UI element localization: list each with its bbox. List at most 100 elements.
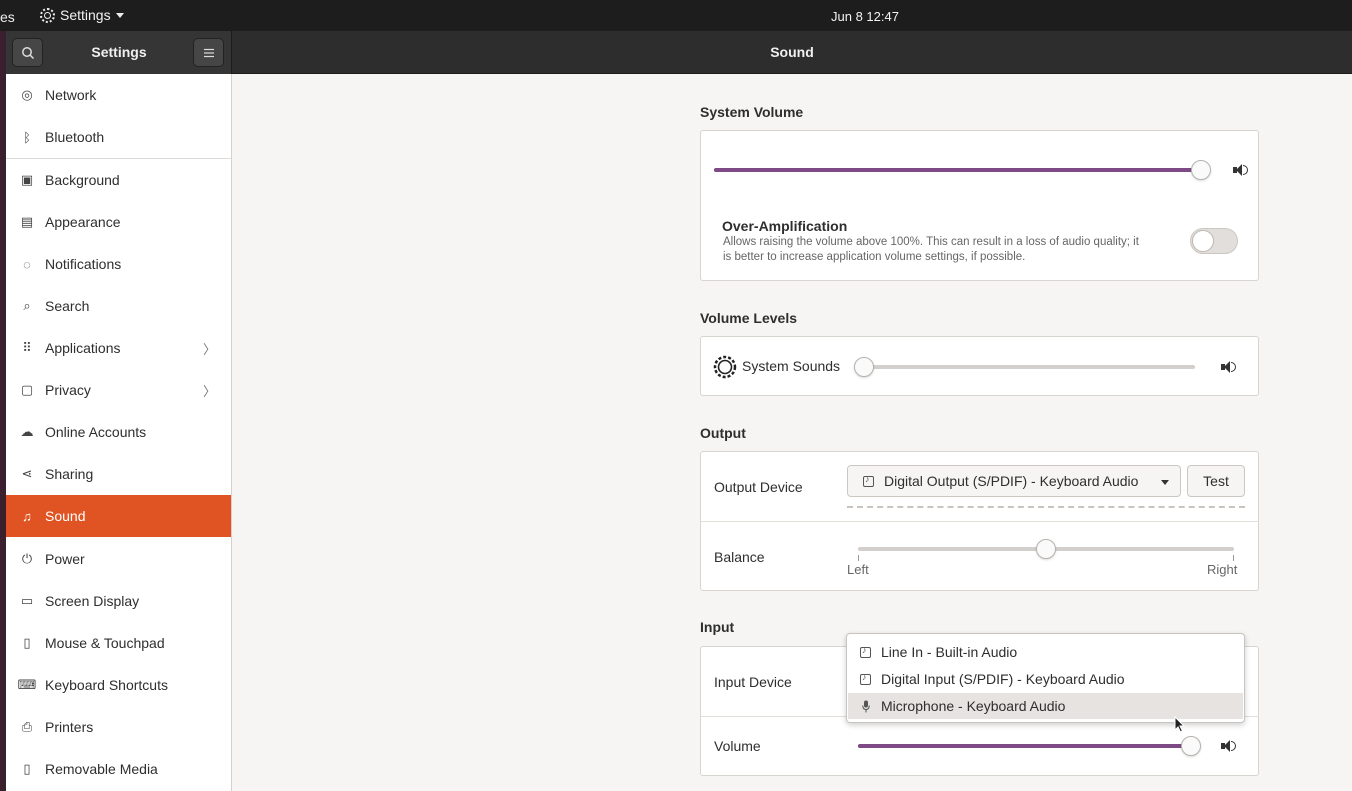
mouse-icon: ▯ (23, 635, 31, 650)
output-frame: Output Device Digital Output (S/PDIF) - … (700, 451, 1259, 591)
sidebar-item-bluetooth[interactable]: ᛒ Bluetooth (6, 116, 231, 158)
sidebar-item-privacy[interactable]: ▢ Privacy 〉 (6, 369, 231, 411)
page-title: Sound (770, 44, 814, 60)
input-option-digital-input[interactable]: Digital Input (S/PDIF) - Keyboard Audio (848, 666, 1243, 692)
output-device-dropdown[interactable]: Digital Output (S/PDIF) - Keyboard Audio (847, 465, 1181, 497)
sidebar-item-notifications[interactable]: ◌ Notifications (6, 243, 231, 285)
share-icon: ⋖ (21, 466, 33, 481)
music-note-icon (860, 672, 871, 685)
sidebar-item-applications[interactable]: ⠿ Applications 〉 (6, 327, 231, 369)
speaker-icon (1233, 164, 1248, 176)
slider-knob[interactable] (1181, 736, 1201, 756)
chevron-down-icon (115, 12, 124, 18)
top-bar: es Settings Jun 8 12:47 (0, 0, 1352, 31)
sidebar-item-background[interactable]: ▣ Background (6, 159, 231, 201)
music-note-icon (860, 645, 871, 658)
sidebar-item-sound[interactable]: ♫ Sound (6, 495, 231, 537)
header-bar: Settings Sound (6, 31, 1352, 74)
row-separator (701, 521, 1258, 522)
chevron-right-icon: 〉 (202, 341, 216, 357)
activities-button[interactable]: es (0, 9, 15, 25)
network-icon: ◎ (21, 87, 33, 102)
sidebar-item-screen-display[interactable]: ▭ Screen Display (6, 580, 231, 622)
background-icon: ▣ (20, 172, 34, 187)
grid-icon: ⠿ (22, 340, 32, 355)
slider-knob[interactable] (854, 357, 874, 377)
sidebar-item-label: Background (45, 172, 120, 188)
option-label: Digital Input (S/PDIF) - Keyboard Audio (881, 671, 1125, 687)
output-device-value: Digital Output (S/PDIF) - Keyboard Audio (884, 473, 1139, 489)
mouse-cursor (1174, 716, 1185, 733)
sidebar-item-power[interactable]: ⏻ Power (6, 538, 231, 580)
input-option-line-in[interactable]: Line In - Built-in Audio (848, 639, 1243, 665)
input-device-popover: Line In - Built-in Audio Digital Input (… (846, 633, 1245, 723)
hamburger-icon (203, 48, 214, 57)
sidebar-item-removable-media[interactable]: ▯ Removable Media (6, 748, 231, 790)
system-sounds-slider[interactable] (854, 357, 1195, 377)
search-button[interactable] (12, 38, 43, 67)
tick-mark (1233, 555, 1234, 561)
input-volume-slider[interactable] (858, 736, 1201, 756)
toggle-knob (1192, 230, 1214, 252)
level-meter (847, 506, 1245, 508)
output-title: Output (700, 425, 746, 441)
sidebar-item-online-accounts[interactable]: ☁ Online Accounts (6, 411, 231, 453)
over-amplification-toggle[interactable] (1190, 228, 1238, 254)
power-icon: ⏻ (21, 551, 33, 566)
sidebar-item-sharing[interactable]: ⋖ Sharing (6, 453, 231, 495)
test-button[interactable]: Test (1187, 465, 1245, 497)
speaker-icon (1221, 361, 1236, 373)
printer-icon: ⎙ (21, 719, 33, 734)
slider-knob[interactable] (1036, 539, 1056, 559)
bell-icon: ◌ (23, 256, 31, 272)
balance-slider[interactable] (858, 539, 1234, 559)
sidebar-item-label: Printers (45, 719, 94, 735)
sidebar-item-label: Applications (45, 340, 121, 356)
sidebar-item-label: Keyboard Shortcuts (45, 677, 168, 693)
media-icon: ▯ (23, 761, 31, 776)
clock[interactable]: Jun 8 12:47 (831, 9, 899, 24)
sidebar-item-mouse-touchpad[interactable]: ▯ Mouse & Touchpad (6, 622, 231, 664)
keyboard-icon: ⌨ (17, 677, 37, 692)
over-amplification-desc-line1: Allows raising the volume above 100%. Th… (723, 236, 1139, 248)
cloud-icon: ☁ (20, 424, 34, 439)
sidebar-item-label: Notifications (45, 256, 122, 272)
sidebar-item-network[interactable]: ◎ Network (6, 74, 231, 116)
sidebar-item-label: Removable Media (45, 761, 158, 777)
tick-mark (858, 555, 859, 561)
sidebar-item-label: Network (45, 87, 97, 103)
system-volume-title: System Volume (700, 104, 804, 120)
search-icon (21, 46, 34, 59)
option-label: Microphone - Keyboard Audio (881, 698, 1066, 714)
system-volume-slider[interactable] (714, 160, 1211, 180)
music-note-icon: ♫ (22, 508, 32, 524)
sidebar-item-printers[interactable]: ⎙ Printers (6, 706, 231, 748)
app-menu[interactable]: Settings (40, 7, 124, 23)
sidebar-item-label: Screen Display (45, 593, 140, 609)
sidebar-item-label: Sharing (45, 466, 94, 482)
search-icon: ⌕ (23, 298, 31, 313)
balance-right-label: Right (1207, 562, 1238, 577)
slider-knob[interactable] (1191, 160, 1211, 180)
system-sounds-icon (713, 355, 737, 379)
output-device-label: Output Device (714, 479, 803, 495)
sidebar-item-label: Power (45, 551, 85, 567)
over-amplification-title: Over-Amplification (722, 218, 848, 234)
microphone-icon (862, 700, 870, 712)
sidebar-item-search[interactable]: ⌕ Search (6, 285, 231, 327)
menu-button[interactable] (193, 38, 224, 67)
sidebar-item-appearance[interactable]: ▤ Appearance (6, 201, 231, 243)
balance-left-label: Left (847, 562, 869, 577)
app-menu-label: Settings (60, 7, 111, 23)
balance-label: Balance (714, 549, 765, 565)
sidebar-item-label: Bluetooth (45, 129, 105, 145)
system-volume-frame: Over-Amplification Allows raising the vo… (700, 130, 1259, 281)
system-sounds-label: System Sounds (742, 358, 841, 374)
chevron-down-icon (1161, 480, 1169, 485)
sidebar-item-label: Privacy (45, 382, 91, 398)
over-amplification-desc-line2: is better to increase application volume… (723, 251, 1026, 263)
input-volume-label: Volume (714, 738, 761, 754)
slider-fill (858, 744, 1191, 748)
sidebar-item-keyboard-shortcuts[interactable]: ⌨ Keyboard Shortcuts (6, 664, 231, 706)
sidebar-item-label: Mouse & Touchpad (45, 635, 165, 651)
